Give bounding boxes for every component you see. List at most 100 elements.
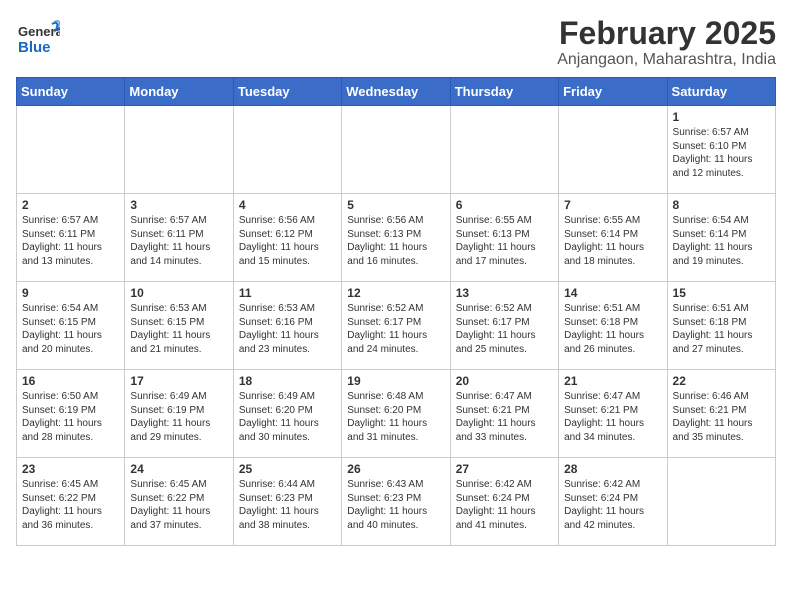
- calendar-cell: 21 Sunrise: 6:47 AM Sunset: 6:21 PM Dayli…: [559, 370, 667, 458]
- cell-info: Sunrise: 6:55 AM Sunset: 6:14 PM Dayligh…: [564, 214, 661, 268]
- day-number: 25: [239, 462, 336, 476]
- day-number: 26: [347, 462, 444, 476]
- calendar-cell: 3 Sunrise: 6:57 AM Sunset: 6:11 PM Daylig…: [125, 194, 233, 282]
- calendar-cell: 18 Sunrise: 6:49 AM Sunset: 6:20 PM Dayli…: [233, 370, 341, 458]
- calendar-cell: 27 Sunrise: 6:42 AM Sunset: 6:24 PM Dayli…: [450, 458, 558, 546]
- calendar-cell: 19Sunrise: 6:48 AM Sunset: 6:20 PM Dayli…: [342, 370, 450, 458]
- calendar-cell: 4 Sunrise: 6:56 AM Sunset: 6:12 PM Daylig…: [233, 194, 341, 282]
- cell-info: Sunrise: 6:49 AM Sunset: 6:20 PM Dayligh…: [239, 390, 336, 444]
- calendar-week-4: 16Sunrise: 6:50 AM Sunset: 6:19 PM Dayli…: [17, 370, 776, 458]
- cell-info: Sunrise: 6:45 AM Sunset: 6:22 PM Dayligh…: [130, 478, 227, 532]
- day-number: 8: [673, 198, 770, 212]
- cell-info: Sunrise: 6:51 AM Sunset: 6:18 PM Dayligh…: [564, 302, 661, 356]
- weekday-header-row: SundayMondayTuesdayWednesdayThursdayFrid…: [17, 78, 776, 106]
- svg-text:General: General: [18, 24, 60, 39]
- cell-info: Sunrise: 6:48 AM Sunset: 6:20 PM Dayligh…: [347, 390, 444, 444]
- calendar-cell: 11 Sunrise: 6:53 AM Sunset: 6:16 PM Dayli…: [233, 282, 341, 370]
- calendar-cell: 20 Sunrise: 6:47 AM Sunset: 6:21 PM Dayli…: [450, 370, 558, 458]
- day-number: 18: [239, 374, 336, 388]
- day-number: 11: [239, 286, 336, 300]
- cell-info: Sunrise: 6:50 AM Sunset: 6:19 PM Dayligh…: [22, 390, 119, 444]
- calendar-cell: 7Sunrise: 6:55 AM Sunset: 6:14 PM Daylig…: [559, 194, 667, 282]
- weekday-header-saturday: Saturday: [667, 78, 775, 106]
- calendar-cell: 26 Sunrise: 6:43 AM Sunset: 6:23 PM Dayli…: [342, 458, 450, 546]
- calendar-cell: 24 Sunrise: 6:45 AM Sunset: 6:22 PM Dayli…: [125, 458, 233, 546]
- calendar-cell: 16Sunrise: 6:50 AM Sunset: 6:19 PM Dayli…: [17, 370, 125, 458]
- calendar-cell: [667, 458, 775, 546]
- calendar-cell: [450, 106, 558, 194]
- day-number: 28: [564, 462, 661, 476]
- calendar-cell: 17 Sunrise: 6:49 AM Sunset: 6:19 PM Dayli…: [125, 370, 233, 458]
- cell-info: Sunrise: 6:45 AM Sunset: 6:22 PM Dayligh…: [22, 478, 119, 532]
- calendar-cell: [125, 106, 233, 194]
- cell-info: Sunrise: 6:47 AM Sunset: 6:21 PM Dayligh…: [564, 390, 661, 444]
- cell-info: Sunrise: 6:51 AM Sunset: 6:18 PM Dayligh…: [673, 302, 770, 356]
- cell-info: Sunrise: 6:57 AM Sunset: 6:11 PM Dayligh…: [22, 214, 119, 268]
- calendar-cell: [559, 106, 667, 194]
- cell-info: Sunrise: 6:52 AM Sunset: 6:17 PM Dayligh…: [347, 302, 444, 356]
- calendar-week-5: 23 Sunrise: 6:45 AM Sunset: 6:22 PM Dayli…: [17, 458, 776, 546]
- calendar-cell: 5 Sunrise: 6:56 AM Sunset: 6:13 PM Daylig…: [342, 194, 450, 282]
- cell-info: Sunrise: 6:43 AM Sunset: 6:23 PM Dayligh…: [347, 478, 444, 532]
- day-number: 27: [456, 462, 553, 476]
- calendar-cell: 13 Sunrise: 6:52 AM Sunset: 6:17 PM Dayli…: [450, 282, 558, 370]
- day-number: 22: [673, 374, 770, 388]
- weekday-header-monday: Monday: [125, 78, 233, 106]
- day-number: 24: [130, 462, 227, 476]
- calendar-cell: [17, 106, 125, 194]
- cell-info: Sunrise: 6:49 AM Sunset: 6:19 PM Dayligh…: [130, 390, 227, 444]
- cell-info: Sunrise: 6:55 AM Sunset: 6:13 PM Dayligh…: [456, 214, 553, 268]
- day-number: 15: [673, 286, 770, 300]
- calendar-cell: 8 Sunrise: 6:54 AM Sunset: 6:14 PM Daylig…: [667, 194, 775, 282]
- day-number: 1: [673, 110, 770, 124]
- calendar-table: SundayMondayTuesdayWednesdayThursdayFrid…: [16, 77, 776, 546]
- header: General Blue February 2025 Anjangaon, Ma…: [16, 16, 776, 69]
- cell-info: Sunrise: 6:53 AM Sunset: 6:15 PM Dayligh…: [130, 302, 227, 356]
- day-number: 13: [456, 286, 553, 300]
- cell-info: Sunrise: 6:57 AM Sunset: 6:10 PM Dayligh…: [673, 126, 770, 180]
- cell-info: Sunrise: 6:44 AM Sunset: 6:23 PM Dayligh…: [239, 478, 336, 532]
- cell-info: Sunrise: 6:42 AM Sunset: 6:24 PM Dayligh…: [456, 478, 553, 532]
- cell-info: Sunrise: 6:52 AM Sunset: 6:17 PM Dayligh…: [456, 302, 553, 356]
- calendar-cell: 15 Sunrise: 6:51 AM Sunset: 6:18 PM Dayli…: [667, 282, 775, 370]
- day-number: 21: [564, 374, 661, 388]
- day-number: 3: [130, 198, 227, 212]
- calendar-cell: 22 Sunrise: 6:46 AM Sunset: 6:21 PM Dayli…: [667, 370, 775, 458]
- cell-info: Sunrise: 6:47 AM Sunset: 6:21 PM Dayligh…: [456, 390, 553, 444]
- calendar-cell: [233, 106, 341, 194]
- weekday-header-sunday: Sunday: [17, 78, 125, 106]
- calendar-week-3: 9Sunrise: 6:54 AM Sunset: 6:15 PM Daylig…: [17, 282, 776, 370]
- cell-info: Sunrise: 6:46 AM Sunset: 6:21 PM Dayligh…: [673, 390, 770, 444]
- weekday-header-thursday: Thursday: [450, 78, 558, 106]
- title-area: February 2025 Anjangaon, Maharashtra, In…: [557, 16, 776, 69]
- day-number: 17: [130, 374, 227, 388]
- cell-info: Sunrise: 6:56 AM Sunset: 6:13 PM Dayligh…: [347, 214, 444, 268]
- day-number: 5: [347, 198, 444, 212]
- cell-info: Sunrise: 6:57 AM Sunset: 6:11 PM Dayligh…: [130, 214, 227, 268]
- calendar-header: SundayMondayTuesdayWednesdayThursdayFrid…: [17, 78, 776, 106]
- calendar-cell: [342, 106, 450, 194]
- calendar-cell: 14 Sunrise: 6:51 AM Sunset: 6:18 PM Dayli…: [559, 282, 667, 370]
- location-title: Anjangaon, Maharashtra, India: [557, 51, 776, 69]
- day-number: 20: [456, 374, 553, 388]
- cell-info: Sunrise: 6:56 AM Sunset: 6:12 PM Dayligh…: [239, 214, 336, 268]
- day-number: 14: [564, 286, 661, 300]
- day-number: 4: [239, 198, 336, 212]
- cell-info: Sunrise: 6:42 AM Sunset: 6:24 PM Dayligh…: [564, 478, 661, 532]
- weekday-header-friday: Friday: [559, 78, 667, 106]
- calendar-cell: 12Sunrise: 6:52 AM Sunset: 6:17 PM Dayli…: [342, 282, 450, 370]
- weekday-header-wednesday: Wednesday: [342, 78, 450, 106]
- cell-info: Sunrise: 6:53 AM Sunset: 6:16 PM Dayligh…: [239, 302, 336, 356]
- day-number: 2: [22, 198, 119, 212]
- calendar-cell: 25 Sunrise: 6:44 AM Sunset: 6:23 PM Dayli…: [233, 458, 341, 546]
- weekday-header-tuesday: Tuesday: [233, 78, 341, 106]
- calendar-cell: 10Sunrise: 6:53 AM Sunset: 6:15 PM Dayli…: [125, 282, 233, 370]
- cell-info: Sunrise: 6:54 AM Sunset: 6:14 PM Dayligh…: [673, 214, 770, 268]
- day-number: 6: [456, 198, 553, 212]
- calendar-week-2: 2 Sunrise: 6:57 AM Sunset: 6:11 PM Daylig…: [17, 194, 776, 282]
- calendar-week-1: 1 Sunrise: 6:57 AM Sunset: 6:10 PM Daylig…: [17, 106, 776, 194]
- calendar-cell: 28 Sunrise: 6:42 AM Sunset: 6:24 PM Dayli…: [559, 458, 667, 546]
- day-number: 23: [22, 462, 119, 476]
- calendar-cell: 9Sunrise: 6:54 AM Sunset: 6:15 PM Daylig…: [17, 282, 125, 370]
- calendar-cell: 6 Sunrise: 6:55 AM Sunset: 6:13 PM Daylig…: [450, 194, 558, 282]
